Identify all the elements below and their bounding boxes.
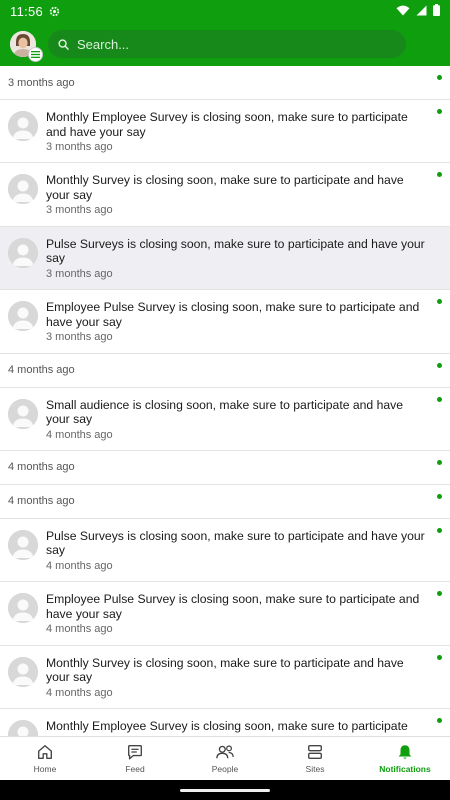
unread-dot-icon bbox=[437, 459, 442, 465]
search-placeholder: Search... bbox=[77, 36, 130, 52]
unread-dot-icon bbox=[437, 654, 442, 660]
battery-icon bbox=[433, 3, 440, 19]
notification-timestamp: 3 months ago bbox=[46, 331, 113, 344]
user-avatar-placeholder-icon bbox=[8, 656, 38, 687]
signal-icon bbox=[416, 4, 427, 19]
settings-gear-icon bbox=[49, 6, 60, 17]
search-icon bbox=[58, 38, 69, 50]
wifi-icon bbox=[396, 4, 410, 19]
notification-message: Pulse Surveys is closing soon, make sure… bbox=[46, 528, 425, 558]
notification-message: Small audience is closing soon, make sur… bbox=[46, 397, 404, 427]
group-timestamp: 4 months ago bbox=[8, 364, 75, 377]
status-bar: 11:56 bbox=[0, 0, 450, 22]
unread-dot-icon bbox=[437, 362, 442, 368]
notification-item[interactable]: Employee Pulse Survey is closing soon, m… bbox=[0, 290, 450, 354]
notification-timestamp: 3 months ago bbox=[46, 141, 113, 153]
notification-content: Monthly Survey is closing soon, make sur… bbox=[46, 656, 438, 708]
home-icon bbox=[36, 743, 54, 761]
notification-group-header: 3 months ago bbox=[0, 66, 450, 100]
tab-home[interactable]: Home bbox=[0, 737, 90, 780]
notification-message: Monthly Survey is closing soon, make sur… bbox=[46, 655, 404, 685]
notification-message: Pulse Surveys is closing soon, make sure… bbox=[46, 236, 425, 266]
app-screen: 11:56 Search... 3 months ago Monthly Emp… bbox=[0, 0, 450, 800]
tab-label: Feed bbox=[125, 764, 145, 774]
feed-icon bbox=[126, 743, 144, 761]
notification-message: Monthly Employee Survey is closing soon,… bbox=[46, 719, 408, 734]
app-header: Search... bbox=[0, 22, 450, 66]
user-avatar-placeholder-icon bbox=[8, 398, 38, 429]
tab-notifications[interactable]: Notifications bbox=[360, 737, 450, 780]
notification-group-header: 4 months ago bbox=[0, 484, 450, 519]
unread-dot-icon bbox=[437, 718, 442, 724]
notification-timestamp: 4 months ago bbox=[46, 623, 113, 636]
notification-item[interactable]: Monthly Employee Survey is closing soon,… bbox=[0, 100, 450, 164]
notification-item[interactable]: Monthly Survey is closing soon, make sur… bbox=[0, 645, 450, 710]
notification-list[interactable]: 3 months ago Monthly Employee Survey is c… bbox=[0, 66, 450, 736]
unread-dot-icon bbox=[437, 75, 442, 80]
notification-message: Monthly Employee Survey is closing soon,… bbox=[46, 110, 408, 139]
notification-content: Employee Pulse Survey is closing soon, m… bbox=[46, 300, 438, 352]
menu-icon[interactable] bbox=[28, 47, 43, 62]
unread-dot-icon bbox=[437, 299, 442, 305]
notification-content: Monthly Employee Survey is closing soon,… bbox=[46, 110, 438, 162]
group-timestamp: 4 months ago bbox=[8, 495, 75, 508]
tab-label: Sites bbox=[305, 764, 325, 774]
status-indicators bbox=[396, 3, 440, 19]
user-avatar-placeholder-icon bbox=[8, 720, 38, 736]
notification-item[interactable]: Employee Pulse Survey is closing soon, m… bbox=[0, 582, 450, 646]
user-avatar-placeholder-icon bbox=[8, 529, 38, 560]
notification-message: Employee Pulse Survey is closing soon, m… bbox=[46, 592, 420, 621]
unread-dot-icon bbox=[437, 396, 442, 402]
notification-content: Pulse Surveys is closing soon, make sure… bbox=[46, 529, 438, 581]
notification-content: Monthly Employee Survey is closing soon,… bbox=[46, 719, 438, 736]
unread-dot-icon bbox=[437, 591, 442, 597]
status-time: 11:56 bbox=[10, 3, 44, 19]
notification-timestamp: 3 months ago bbox=[46, 267, 113, 280]
notification-message: Employee Pulse Survey is closing soon, m… bbox=[46, 300, 420, 329]
notification-content: Monthly Survey is closing soon, make sur… bbox=[46, 173, 438, 225]
notification-item[interactable]: Pulse Surveys is closing soon, make sure… bbox=[0, 226, 450, 291]
notification-content: Employee Pulse Survey is closing soon, m… bbox=[46, 592, 438, 644]
tab-people[interactable]: People bbox=[180, 737, 270, 780]
notification-timestamp: 3 months ago bbox=[46, 204, 113, 217]
unread-dot-icon bbox=[437, 527, 442, 533]
notification-timestamp: 4 months ago bbox=[46, 559, 113, 572]
user-avatar-placeholder-icon bbox=[8, 111, 38, 141]
system-navigation-bar bbox=[0, 780, 450, 800]
profile-avatar[interactable] bbox=[10, 31, 43, 62]
tab-label: People bbox=[211, 764, 239, 774]
notification-item[interactable]: Monthly Survey is closing soon, make sur… bbox=[0, 163, 450, 227]
notification-item[interactable]: Pulse Surveys is closing soon, make sure… bbox=[0, 518, 450, 583]
tab-sites[interactable]: Sites bbox=[270, 737, 360, 780]
notification-message: Monthly Survey is closing soon, make sur… bbox=[46, 173, 404, 202]
notification-content: Pulse Surveys is closing soon, make sure… bbox=[46, 237, 438, 289]
user-avatar-placeholder-icon bbox=[8, 593, 38, 624]
tab-label: Notifications bbox=[379, 764, 431, 774]
notification-group-header: 4 months ago bbox=[0, 450, 450, 485]
tab-feed[interactable]: Feed bbox=[90, 737, 180, 780]
people-icon bbox=[215, 743, 235, 761]
unread-dot-icon bbox=[437, 172, 442, 178]
bell-icon bbox=[396, 743, 414, 761]
notification-timestamp: 4 months ago bbox=[46, 428, 113, 441]
notification-timestamp: 4 months ago bbox=[46, 686, 113, 699]
notification-content: Small audience is closing soon, make sur… bbox=[46, 398, 438, 450]
notification-group-header: 4 months ago bbox=[0, 353, 450, 388]
unread-dot-icon bbox=[437, 493, 442, 499]
group-timestamp: 4 months ago bbox=[8, 461, 75, 474]
user-avatar-placeholder-icon bbox=[8, 301, 38, 332]
notification-item[interactable]: Small audience is closing soon, make sur… bbox=[0, 387, 450, 451]
group-timestamp: 3 months ago bbox=[8, 76, 75, 89]
user-avatar-placeholder-icon bbox=[8, 174, 38, 205]
sites-icon bbox=[306, 743, 324, 761]
user-avatar-placeholder-icon bbox=[8, 237, 38, 268]
search-input[interactable]: Search... bbox=[48, 30, 406, 58]
unread-dot-icon bbox=[437, 109, 442, 114]
tab-label: Home bbox=[33, 764, 57, 774]
gesture-handle[interactable] bbox=[180, 788, 270, 792]
bottom-navigation: Home Feed People Sites Notifications bbox=[0, 736, 450, 780]
notification-item[interactable]: Monthly Employee Survey is closing soon,… bbox=[0, 709, 450, 736]
